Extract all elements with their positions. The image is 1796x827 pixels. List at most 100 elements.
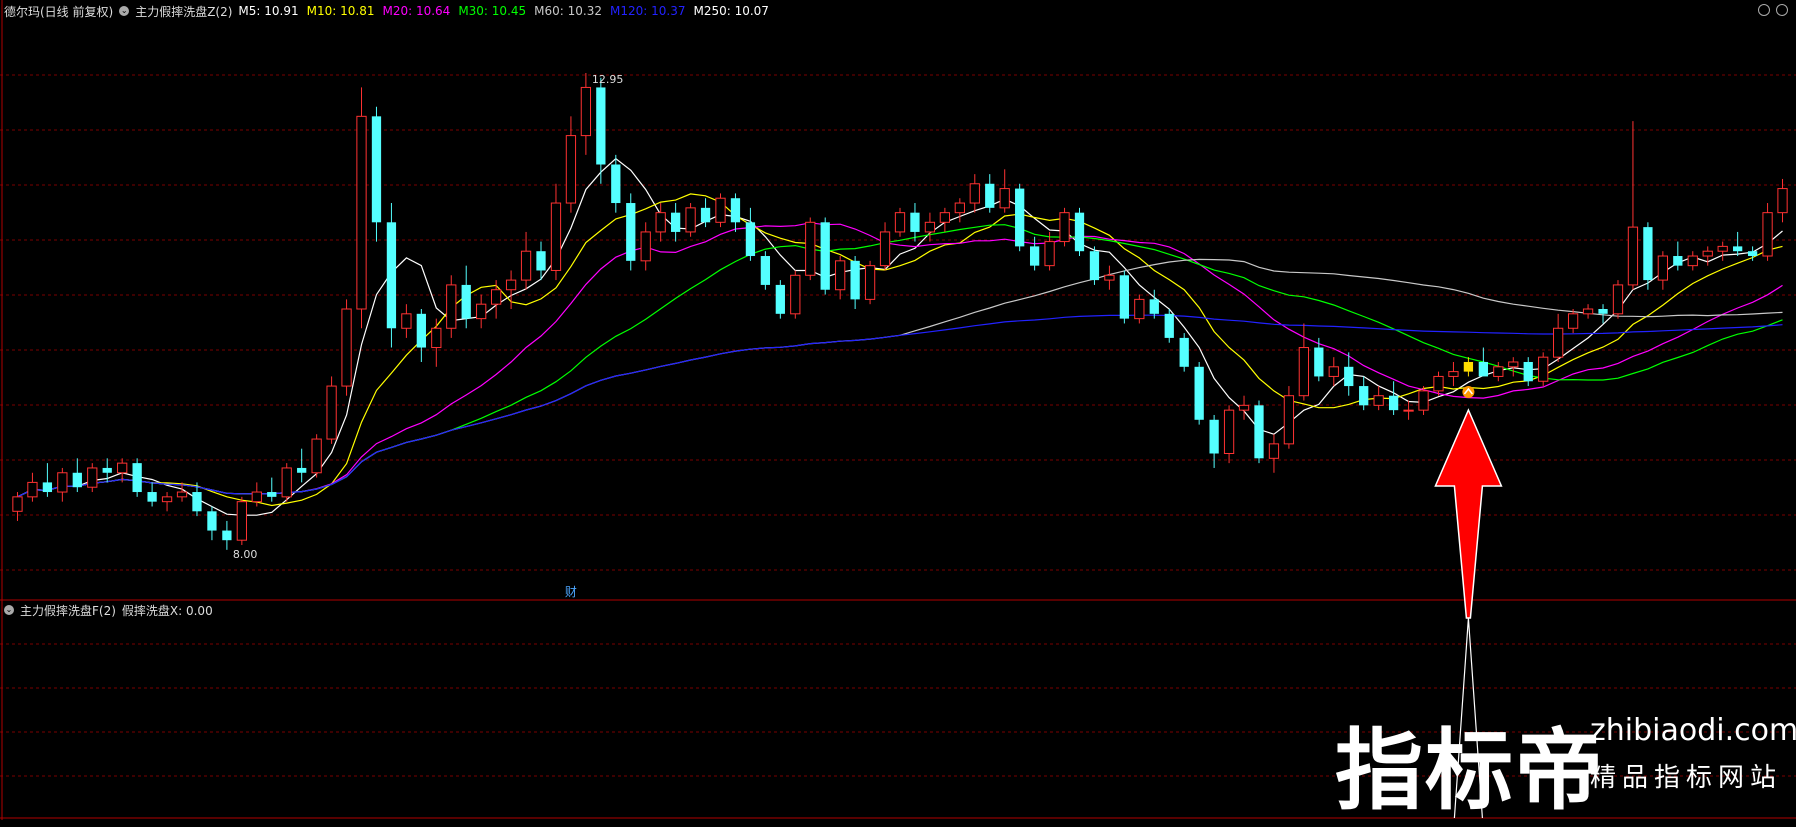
candle-body [1523,361,1533,382]
candle-body [999,188,1010,209]
candle-body [1448,371,1459,377]
candle-body [1059,212,1070,243]
watermark-slogan: 精品指标网站 [1590,763,1783,793]
candle-body [176,491,188,498]
ma-legend-5: M120: 10.37 [610,4,686,18]
chart-canvas[interactable]: 12.95 8.00 财 [0,0,1796,820]
candle-body [611,164,621,204]
candle-body [850,260,860,300]
candle-body [371,116,382,223]
candle-body [1717,245,1728,252]
candle-body [446,284,457,329]
candle-body [281,467,292,498]
candle-body [386,222,397,329]
candle-body [1164,313,1174,338]
candle-body [72,472,82,488]
candle-body [207,511,217,531]
sub-settings-icon[interactable]: ⌄ [4,605,14,615]
candle-body [416,313,426,348]
candle-body [1223,409,1235,454]
candle-body [924,221,936,233]
stock-title: 德尔玛(日线 前复权) [4,4,114,19]
candle-body [1238,404,1250,411]
candle-body [326,385,337,440]
candle-body [790,274,801,315]
candle-body [1553,327,1564,358]
candle-body [505,279,517,291]
candle-body [1015,188,1025,247]
candle-body [835,260,846,291]
candle-body [969,183,980,204]
candle-body [715,197,726,223]
candle-body [985,183,995,208]
low-price-label: 8.00 [233,548,257,561]
candle-body [954,202,965,214]
sub-indicator-value: 假摔洗盘X: 0.00 [121,603,213,618]
candle-body [297,467,307,473]
candle-body [1733,246,1743,252]
candle-body [1194,366,1204,420]
candle-body [490,289,502,305]
candle-body [730,198,741,223]
candle-body [356,115,367,310]
candle-body [222,530,232,541]
candle-body [1463,361,1474,372]
candle-body [1314,347,1324,377]
ma-legend-0: M5: 10.91 [238,4,299,18]
candle-body [476,303,487,320]
candle-body [401,313,412,329]
candle-body [132,463,142,493]
candle-body [685,207,696,233]
candle-body [536,251,546,271]
candle-body [626,203,636,261]
candle-body [1627,226,1639,286]
candle-body [251,491,262,503]
watermark-domain: zhibiaodi.com [1590,713,1796,748]
ma-legend: M5: 10.91 M10: 10.81 M20: 10.64 M30: 10.45 M… [238,4,769,18]
candle-body [640,231,651,262]
candle-body [57,472,68,493]
candle-body [1777,188,1788,214]
candle-body [864,265,876,300]
candle-body [1373,395,1384,406]
window-close-icon[interactable] [1776,4,1788,16]
candle-body [655,212,666,233]
ma-legend-6: M250: 10.07 [693,4,769,18]
candle-body [1762,212,1773,257]
candle-body [596,87,606,165]
candle-body [1687,255,1698,267]
ma-legend-1: M10: 10.81 [306,4,375,18]
settings-icon[interactable]: ⌄ [119,6,130,16]
candle-body [1433,375,1444,392]
candle-body [1388,395,1399,411]
candle-body [1344,366,1354,387]
candle-body [117,462,128,474]
candle-body [520,250,532,281]
candle-body [1149,299,1159,314]
candle-body [1268,443,1280,459]
candle-body [1493,366,1504,377]
watermark-logo: 指标帝 [1335,719,1606,822]
candle-body [102,467,112,473]
candle-body [1254,405,1264,459]
candle-body [670,212,681,232]
candle-body [12,496,23,512]
red-arrow-icon [1434,408,1503,619]
candle-body [910,212,920,232]
candle-body [1418,390,1429,411]
candle-body [565,135,577,204]
window-restore-icon[interactable] [1758,4,1770,16]
candle-body [805,221,816,276]
candle-body [431,327,442,349]
candle-body [311,438,322,474]
chart-window: 12.95 8.00 财 德尔玛(日线 前复权) ⌄ 主力假摔洗盘Z(2) M5: … [0,0,1796,822]
main-header: 德尔玛(日线 前复权) ⌄ 主力假摔洗盘Z(2) M5: 10.91 M10: 1… [4,3,769,19]
candle-body [1044,241,1055,267]
candle-body [1702,250,1713,257]
finance-event-marker: 财 [565,585,577,599]
candle-body [1298,347,1310,397]
candle-body [1089,251,1100,281]
candle-body [1209,419,1219,454]
candle-body [1074,212,1085,252]
candle-body [1179,337,1189,367]
